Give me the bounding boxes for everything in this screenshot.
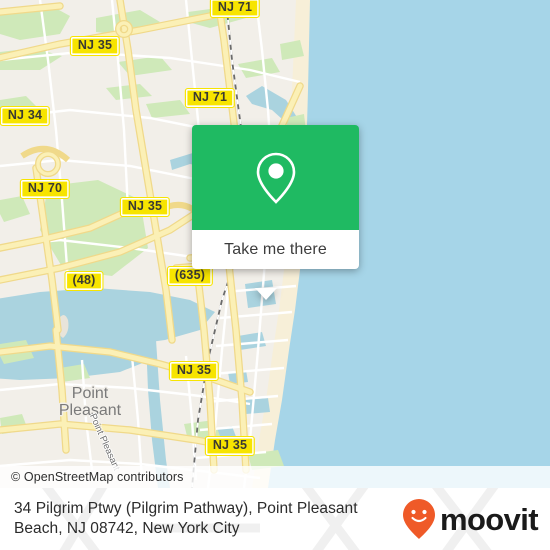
location-info-card[interactable]: Take me there: [192, 125, 359, 300]
card-pointer-tail: [255, 288, 277, 300]
moovit-wordmark: moovit: [439, 501, 539, 537]
highway-shield-nj35-mid[interactable]: NJ 35: [119, 197, 171, 217]
highway-shield-635[interactable]: (635): [166, 266, 214, 286]
highway-shield-nj35-south[interactable]: NJ 35: [168, 361, 220, 381]
take-me-there-label: Take me there: [224, 240, 327, 258]
moovit-logo[interactable]: moovit: [402, 498, 539, 540]
highway-shield-48[interactable]: (48): [64, 271, 104, 291]
water-lagoon-4: [244, 398, 270, 414]
highway-shield-nj34[interactable]: NJ 34: [0, 106, 51, 126]
highway-shield-nj71-mid[interactable]: NJ 71: [184, 88, 236, 108]
take-me-there-button[interactable]: Take me there: [192, 230, 359, 269]
osm-attribution-text: © OpenStreetMap contributors: [11, 470, 184, 484]
moovit-pin-smiley-icon: [402, 499, 435, 539]
map-result-screen: Point Pleasant Point Pleasant NJ 71 NJ 3…: [0, 0, 550, 550]
card-header: [192, 125, 359, 230]
highway-shield-nj35-northwest[interactable]: NJ 35: [69, 36, 121, 56]
address-text: 34 Pilgrim Ptwy (Pilgrim Pathway), Point…: [14, 500, 358, 537]
map-canvas[interactable]: Point Pleasant Point Pleasant NJ 71 NJ 3…: [0, 0, 550, 488]
footer-bar: 34 Pilgrim Ptwy (Pilgrim Pathway), Point…: [0, 488, 550, 550]
map-pin-icon: [256, 152, 295, 204]
highway-shield-nj70[interactable]: NJ 70: [19, 179, 71, 199]
highway-shield-nj35-bottom[interactable]: NJ 35: [204, 436, 256, 456]
highway-shield-nj71-north[interactable]: NJ 71: [209, 0, 261, 18]
map-attribution-bar: © OpenStreetMap contributors: [0, 466, 550, 488]
